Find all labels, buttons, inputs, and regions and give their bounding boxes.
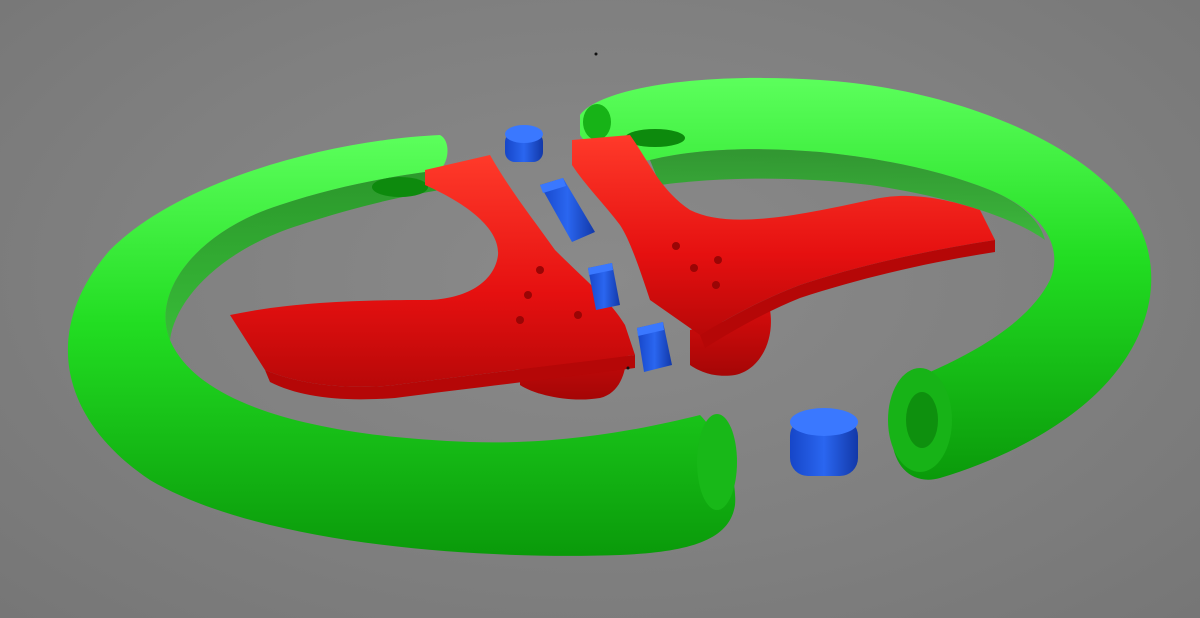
spoke-half-left-hole — [524, 291, 532, 299]
connector-key-low[interactable] — [637, 322, 672, 372]
rim-half-left-end-cap — [697, 414, 737, 510]
spoke-half-right-hole — [690, 264, 698, 272]
connector-pin-top[interactable] — [505, 125, 543, 162]
rim-half-right-bore — [906, 392, 938, 448]
spoke-half-left-hole — [574, 311, 582, 319]
spoke-half-left-hole — [536, 266, 544, 274]
render-speck — [594, 52, 598, 56]
spoke-half-right-hole — [672, 242, 680, 250]
rim-half-right-top-end — [583, 104, 611, 140]
connector-pin-bottom[interactable] — [790, 408, 858, 476]
3d-viewport[interactable] — [0, 0, 1200, 618]
model-render — [67, 52, 1152, 556]
connector-key-long[interactable] — [540, 178, 595, 242]
rim-half-left-top-slot — [372, 177, 428, 197]
render-speck — [626, 366, 630, 370]
spoke-half-right-hole — [714, 256, 722, 264]
spoke-half-right-hole — [712, 281, 720, 289]
spoke-half-left-hole — [516, 316, 524, 324]
